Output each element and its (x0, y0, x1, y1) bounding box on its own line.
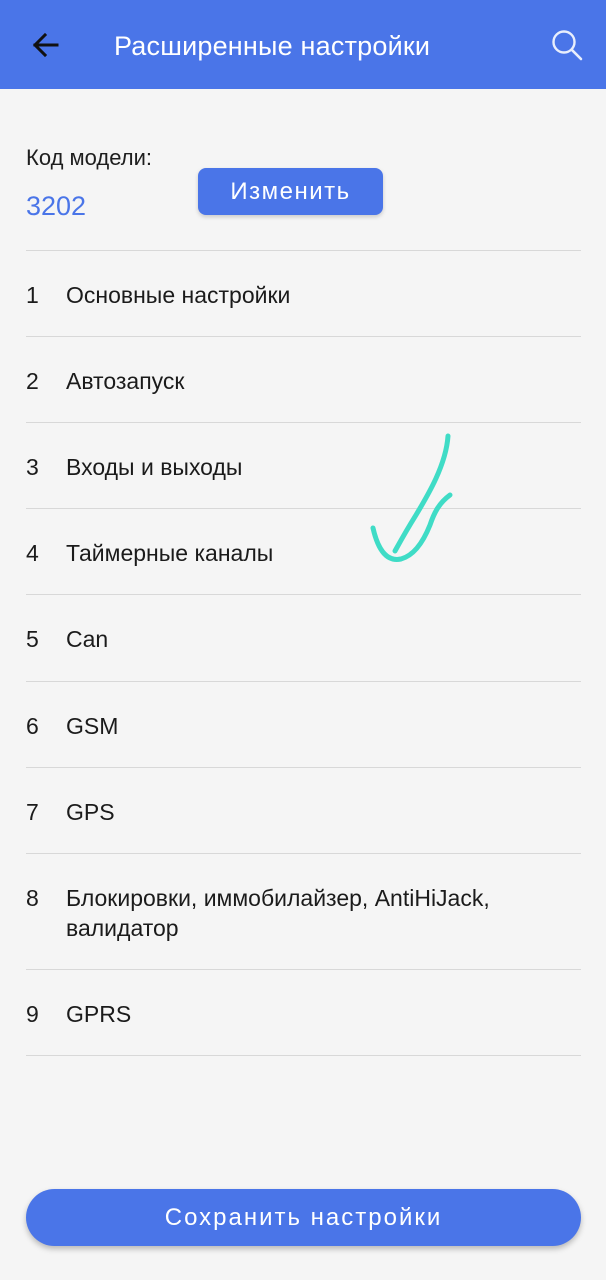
divider (26, 1055, 581, 1056)
page-title: Расширенные настройки (114, 31, 431, 61)
menu-item-number: 2 (26, 368, 39, 394)
menu-item-basic-settings[interactable]: 1 Основные настройки (0, 251, 606, 336)
checkmark-annotation (370, 433, 453, 562)
menu-item-label: GPRS (66, 1001, 132, 1027)
menu-item-label: Основные настройки (66, 282, 291, 308)
menu-item-number: 8 (26, 885, 39, 911)
search-icon (552, 30, 583, 61)
model-code-label: Код модели: (26, 145, 152, 170)
app-bar: Расширенные настройки (0, 0, 606, 89)
search-button[interactable] (544, 22, 590, 68)
menu-item-label: GPS (66, 799, 115, 825)
menu-item-gsm[interactable]: 6 GSM (0, 682, 606, 767)
menu-item-autostart[interactable]: 2 Автозапуск (0, 337, 606, 422)
back-button[interactable] (22, 22, 68, 68)
menu-item-gprs[interactable]: 9 GPRS (0, 970, 606, 1055)
menu-item-inputs-outputs[interactable]: 3 Входы и выходы (0, 423, 606, 508)
menu-item-number: 1 (26, 282, 39, 308)
menu-item-immobilizer[interactable]: 8 Блокировки, иммобилайзер, AntiHiJack, … (0, 854, 606, 969)
menu-item-gps[interactable]: 7 GPS (0, 768, 606, 853)
menu-item-label: Блокировки, иммобилайзер, AntiHiJack, ва… (66, 885, 490, 941)
menu-item-label: Can (66, 626, 109, 652)
change-model-button[interactable]: Изменить (198, 168, 383, 215)
menu-item-number: 5 (26, 626, 39, 652)
menu-item-can[interactable]: 5 Can (0, 595, 606, 681)
menu-item-label: Входы и выходы (66, 454, 243, 480)
save-settings-button[interactable]: Сохранить настройки (26, 1189, 581, 1246)
menu-item-label: Автозапуск (66, 368, 185, 394)
arrow-left-icon (32, 32, 59, 58)
menu-item-number: 6 (26, 713, 39, 739)
menu-item-number: 4 (26, 540, 39, 566)
menu-item-label: GSM (66, 713, 119, 739)
model-code-value: 3202 (26, 191, 87, 221)
menu-item-label: Таймерные каналы (66, 540, 274, 566)
menu-item-timer-channels[interactable]: 4 Таймерные каналы (0, 509, 606, 594)
menu-item-number: 7 (26, 799, 39, 825)
menu-item-number: 3 (26, 454, 39, 480)
menu-item-number: 9 (26, 1001, 39, 1027)
